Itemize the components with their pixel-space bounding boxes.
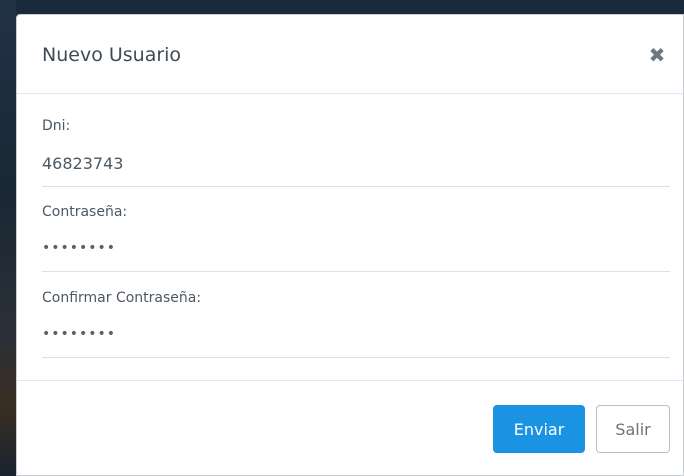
password-label: Contraseña: (42, 204, 128, 220)
dni-field: Dni: (42, 118, 670, 187)
confirm-password-field: Confirmar Contraseña: •••••••• (42, 290, 670, 358)
modal-title: Nuevo Usuario (42, 44, 182, 66)
submit-button[interactable]: Enviar (493, 405, 585, 453)
page-backdrop-top (0, 0, 684, 14)
dni-label: Dni: (42, 118, 71, 134)
page-backdrop-left (0, 0, 16, 476)
new-user-modal: Nuevo Usuario ✖ Dni: Contraseña: •••••••… (16, 14, 684, 476)
close-icon[interactable]: ✖ (647, 45, 667, 65)
modal-footer: Enviar Salir (17, 380, 683, 476)
dni-input[interactable] (42, 154, 662, 173)
modal-header: Nuevo Usuario ✖ (17, 15, 683, 94)
confirm-password-label: Confirmar Contraseña: (42, 290, 202, 306)
confirm-password-input[interactable]: •••••••• (42, 326, 116, 342)
password-field: Contraseña: •••••••• (42, 204, 670, 272)
password-input[interactable]: •••••••• (42, 240, 116, 256)
exit-button[interactable]: Salir (596, 405, 670, 453)
